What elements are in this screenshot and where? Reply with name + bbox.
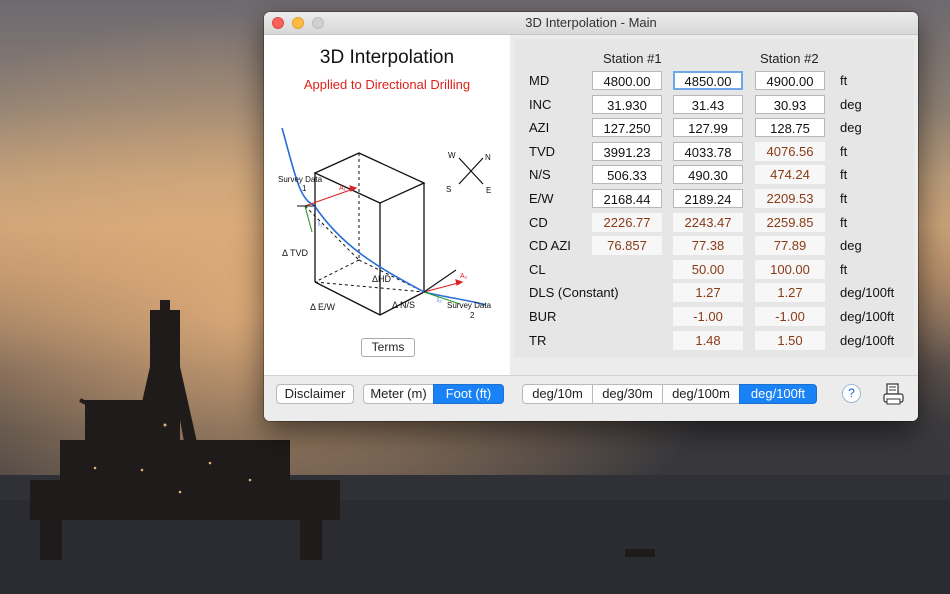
input-s2-1[interactable]: 30.93 — [755, 95, 825, 114]
row-unit-11: deg/100ft — [840, 333, 895, 348]
value-mid-8: 50.00 — [673, 260, 743, 279]
value-s2-8: 100.00 — [755, 260, 825, 279]
rate-deg10m-segment[interactable]: deg/10m — [522, 384, 593, 404]
input-mid-2[interactable]: 127.99 — [673, 118, 743, 137]
unit-foot-segment[interactable]: Foot (ft) — [433, 384, 504, 404]
input-mid-0[interactable]: 4850.00 — [673, 71, 743, 90]
row-unit-10: deg/100ft — [840, 309, 895, 324]
row-label-0: MD — [529, 73, 550, 88]
survey2-label: Survey Data — [447, 301, 492, 310]
input-mid-3[interactable]: 4033.78 — [673, 142, 743, 161]
bottom-toolbar: Disclaimer Meter (m) Foot (ft) deg/10m d… — [264, 375, 918, 421]
input-s1-2[interactable]: 127.250 — [592, 118, 662, 137]
row-unit-2: deg — [840, 120, 862, 135]
value-s1-7: 76.857 — [592, 236, 662, 255]
disclaimer-button[interactable]: Disclaimer — [276, 384, 354, 404]
value-s2-7: 77.89 — [755, 236, 825, 255]
rate-deg30m-segment[interactable]: deg/30m — [592, 384, 663, 404]
a1-label: A₁ — [339, 185, 347, 192]
value-s2-6: 2259.85 — [755, 213, 825, 232]
compass-s: S — [446, 185, 451, 194]
survey1-label: Survey Data — [278, 175, 323, 184]
row-label-11: TR — [529, 333, 547, 348]
value-s2-3: 4076.56 — [755, 142, 825, 161]
input-s1-0[interactable]: 4800.00 — [592, 71, 662, 90]
value-s2-9: 1.27 — [755, 283, 825, 302]
rate-deg100ft-segment[interactable]: deg/100ft — [739, 384, 817, 404]
i1-label: I₁ — [318, 221, 323, 228]
compass-n: N — [485, 153, 491, 162]
directional-drilling-diagram: W N S E Survey Data 1 Survey Data 2 Δ TV… — [278, 127, 492, 320]
input-s1-5[interactable]: 2168.44 — [592, 189, 662, 208]
window-title: 3D Interpolation - Main — [525, 15, 657, 30]
unit-meter-segment[interactable]: Meter (m) — [363, 384, 434, 404]
value-mid-10: -1.00 — [673, 307, 743, 326]
compass-w: W — [448, 151, 456, 160]
compass-e: E — [486, 186, 491, 195]
hd-label: ΔHD — [372, 274, 392, 284]
value-mid-9: 1.27 — [673, 283, 743, 302]
station1-header: Station #1 — [603, 51, 662, 66]
ns-label: Δ N/S — [392, 300, 415, 310]
row-label-3: TVD — [529, 144, 555, 159]
interpolation-table: Station #1 Station #2 MD 4800.00 4850.00 49… — [510, 35, 918, 375]
compass-rose — [458, 157, 484, 185]
input-mid-5[interactable]: 2189.24 — [673, 189, 743, 208]
value-mid-7: 77.38 — [673, 236, 743, 255]
value-mid-6: 2243.47 — [673, 213, 743, 232]
row-unit-0: ft — [840, 73, 848, 88]
minimize-window-button[interactable] — [292, 17, 304, 29]
row-unit-3: ft — [840, 144, 848, 159]
rate-deg100m-segment[interactable]: deg/100m — [662, 384, 740, 404]
survey2-number: 2 — [470, 311, 475, 320]
tvd-label: Δ TVD — [282, 248, 309, 258]
input-s2-0[interactable]: 4900.00 — [755, 71, 825, 90]
row-label-4: N/S — [529, 167, 551, 182]
row-unit-1: deg — [840, 97, 862, 112]
value-s1-6: 2226.77 — [592, 213, 662, 232]
row-unit-7: deg — [840, 238, 862, 253]
row-unit-6: ft — [840, 215, 848, 230]
info-panel: 3D Interpolation Applied to Directional … — [264, 35, 510, 375]
row-unit-8: ft — [840, 262, 848, 277]
ew-label: Δ E/W — [310, 302, 336, 312]
row-unit-5: ft — [840, 191, 848, 206]
input-s1-1[interactable]: 31.930 — [592, 95, 662, 114]
value-s2-4: 474.24 — [755, 165, 825, 184]
row-label-6: CD — [529, 215, 548, 230]
value-s2-11: 1.50 — [755, 331, 825, 350]
value-s2-10: -1.00 — [755, 307, 825, 326]
row-label-8: CL — [529, 262, 546, 277]
i2-label: I₂ — [437, 297, 442, 304]
input-mid-1[interactable]: 31.43 — [673, 95, 743, 114]
station2-header: Station #2 — [760, 51, 819, 66]
input-s1-3[interactable]: 3991.23 — [592, 142, 662, 161]
zoom-window-button[interactable] — [312, 17, 324, 29]
app-title: 3D Interpolation — [319, 47, 455, 68]
row-unit-4: ft — [840, 167, 848, 182]
row-label-2: AZI — [529, 120, 550, 135]
title-bar[interactable]: 3D Interpolation - Main — [264, 12, 918, 35]
survey1-number: 1 — [302, 184, 307, 193]
main-window: 3D Interpolation - Main 3D Interpolation… — [264, 12, 918, 421]
print-icon[interactable] — [882, 382, 906, 406]
box-top — [313, 152, 426, 204]
input-s2-2[interactable]: 128.75 — [755, 118, 825, 137]
terms-button[interactable]: Terms — [361, 338, 415, 357]
app-subtitle: Applied to Directional Drilling — [303, 77, 471, 92]
input-s1-4[interactable]: 506.33 — [592, 165, 662, 184]
row-label-10: BUR — [529, 309, 557, 324]
row-label-7: CD AZI — [529, 238, 571, 253]
a2-label: A₂ — [460, 273, 468, 280]
row-label-1: INC — [529, 97, 552, 112]
value-mid-11: 1.48 — [673, 331, 743, 350]
input-mid-4[interactable]: 490.30 — [673, 165, 743, 184]
row-unit-9: deg/100ft — [840, 285, 895, 300]
close-window-button[interactable] — [272, 17, 284, 29]
value-s2-5: 2209.53 — [755, 189, 825, 208]
row-label-5: E/W — [529, 191, 554, 206]
row-label-9: DLS (Constant) — [529, 285, 619, 300]
help-button[interactable]: ? — [842, 384, 861, 403]
